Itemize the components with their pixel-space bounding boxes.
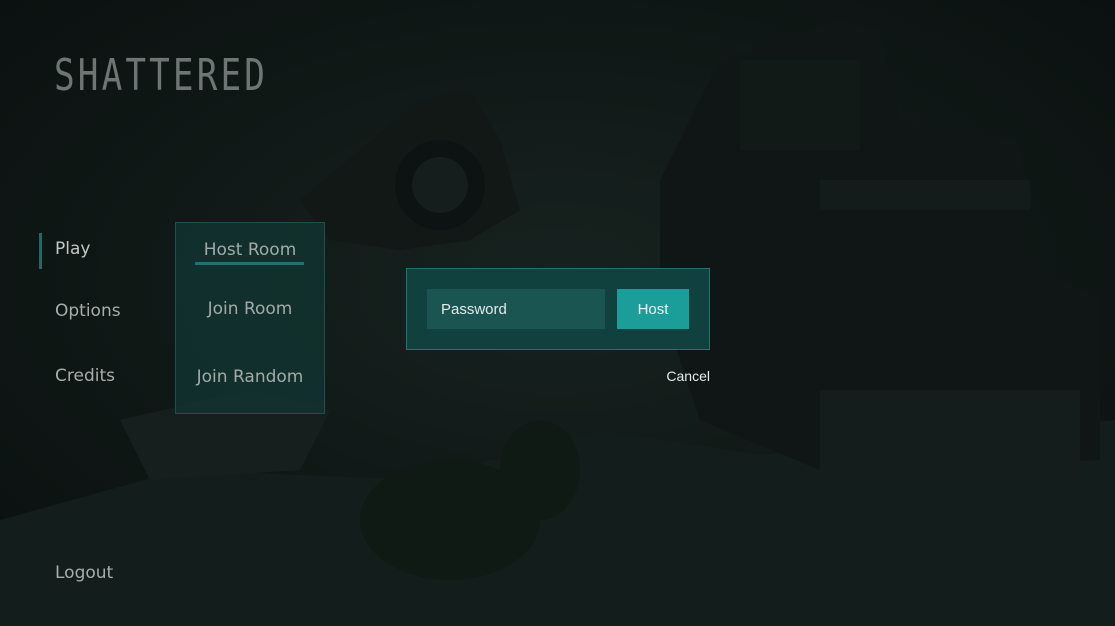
menu-item-play[interactable]: Play — [55, 239, 90, 259]
cancel-button[interactable]: Cancel — [660, 368, 710, 384]
menu-item-credits[interactable]: Credits — [55, 366, 115, 386]
host-button[interactable]: Host — [617, 289, 689, 329]
logout-button[interactable]: Logout — [55, 563, 113, 583]
submenu-item-host-room[interactable]: Host Room — [176, 240, 324, 260]
host-room-dialog: Host — [406, 268, 710, 350]
play-submenu: Host Room Join Room Join Random — [175, 222, 325, 414]
submenu-item-join-room[interactable]: Join Room — [176, 299, 324, 319]
active-indicator — [39, 233, 42, 269]
menu-item-options[interactable]: Options — [55, 301, 121, 321]
game-logo: SHATTERED — [54, 50, 269, 101]
password-input[interactable] — [427, 289, 605, 329]
submenu-item-join-random[interactable]: Join Random — [176, 367, 324, 387]
selected-underline — [195, 262, 304, 265]
